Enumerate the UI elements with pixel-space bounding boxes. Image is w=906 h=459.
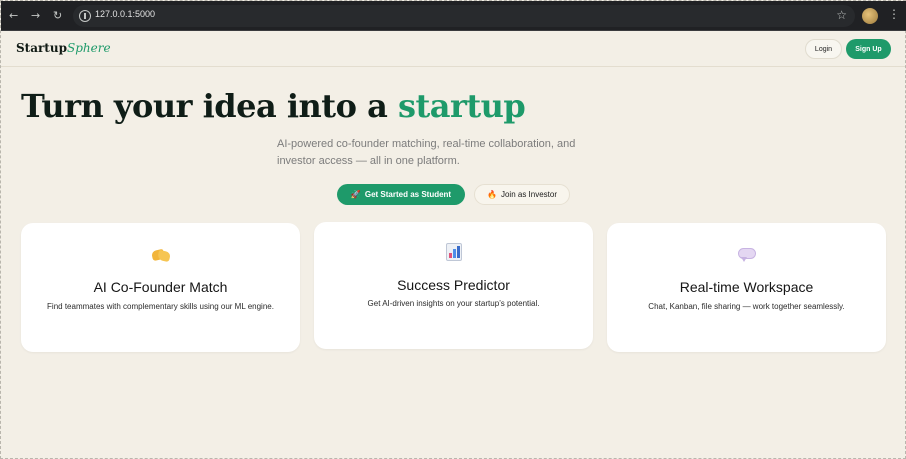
brand-logo[interactable]: StartupSphere bbox=[16, 41, 111, 55]
profile-avatar[interactable] bbox=[862, 8, 878, 24]
browser-menu-icon[interactable]: ⋮ bbox=[888, 7, 900, 21]
speech-bubble-icon bbox=[737, 248, 756, 262]
feature-card-realtime-workspace: Real-time Workspace Chat, Kanban, file s… bbox=[607, 223, 886, 352]
feature-card-success-predictor: Success Predictor Get AI-driven insights… bbox=[314, 222, 593, 349]
address-bar[interactable]: 127.0.0.1:5000 ☆ bbox=[73, 5, 855, 27]
hero-title: Turn your idea into a startup bbox=[21, 87, 526, 125]
site-info-icon[interactable] bbox=[79, 10, 91, 22]
hero-subtitle: AI-powered co-founder matching, real-tim… bbox=[277, 138, 576, 167]
app-header: StartupSphere Login Sign Up bbox=[1, 31, 905, 67]
reload-icon[interactable]: ↻ bbox=[53, 8, 62, 24]
join-investor-label: Join as Investor bbox=[500, 190, 557, 199]
login-button[interactable]: Login bbox=[805, 39, 842, 59]
logo-accent-text: Sphere bbox=[66, 41, 111, 55]
feature-title: AI Co-Founder Match bbox=[93, 279, 228, 295]
fire-icon: 🔥 bbox=[487, 190, 497, 199]
feature-card-cofounder-match: AI Co-Founder Match Find teammates with … bbox=[21, 223, 300, 352]
url-text[interactable]: 127.0.0.1:5000 bbox=[95, 9, 155, 19]
back-arrow-icon[interactable]: ← bbox=[9, 8, 18, 24]
get-started-label: Get Started as Student bbox=[364, 190, 452, 199]
feature-title: Real-time Workspace bbox=[679, 279, 814, 295]
forward-arrow-icon[interactable]: → bbox=[31, 8, 40, 24]
feature-description: Chat, Kanban, file sharing — work togeth… bbox=[648, 302, 845, 311]
feature-description: Get AI-driven insights on your startup’s… bbox=[367, 299, 540, 308]
hero-title-main: Turn your idea into a bbox=[21, 87, 398, 125]
rocket-icon: 🚀 bbox=[350, 190, 361, 199]
signup-button[interactable]: Sign Up bbox=[846, 39, 891, 59]
feature-title: Success Predictor bbox=[397, 277, 510, 293]
browser-toolbar: ← → ↻ 127.0.0.1:5000 ☆ ⋮ bbox=[1, 1, 906, 31]
join-investor-button[interactable]: 🔥 Join as Investor bbox=[474, 184, 570, 205]
handshake-icon bbox=[150, 248, 171, 263]
hero-title-accent: startup bbox=[397, 87, 526, 125]
logo-main-text: Startup bbox=[16, 41, 67, 55]
feature-description: Find teammates with complementary skills… bbox=[47, 302, 274, 311]
bar-chart-icon bbox=[445, 243, 462, 261]
get-started-student-button[interactable]: 🚀 Get Started as Student bbox=[337, 184, 465, 205]
bookmark-star-icon[interactable]: ☆ bbox=[836, 8, 847, 22]
